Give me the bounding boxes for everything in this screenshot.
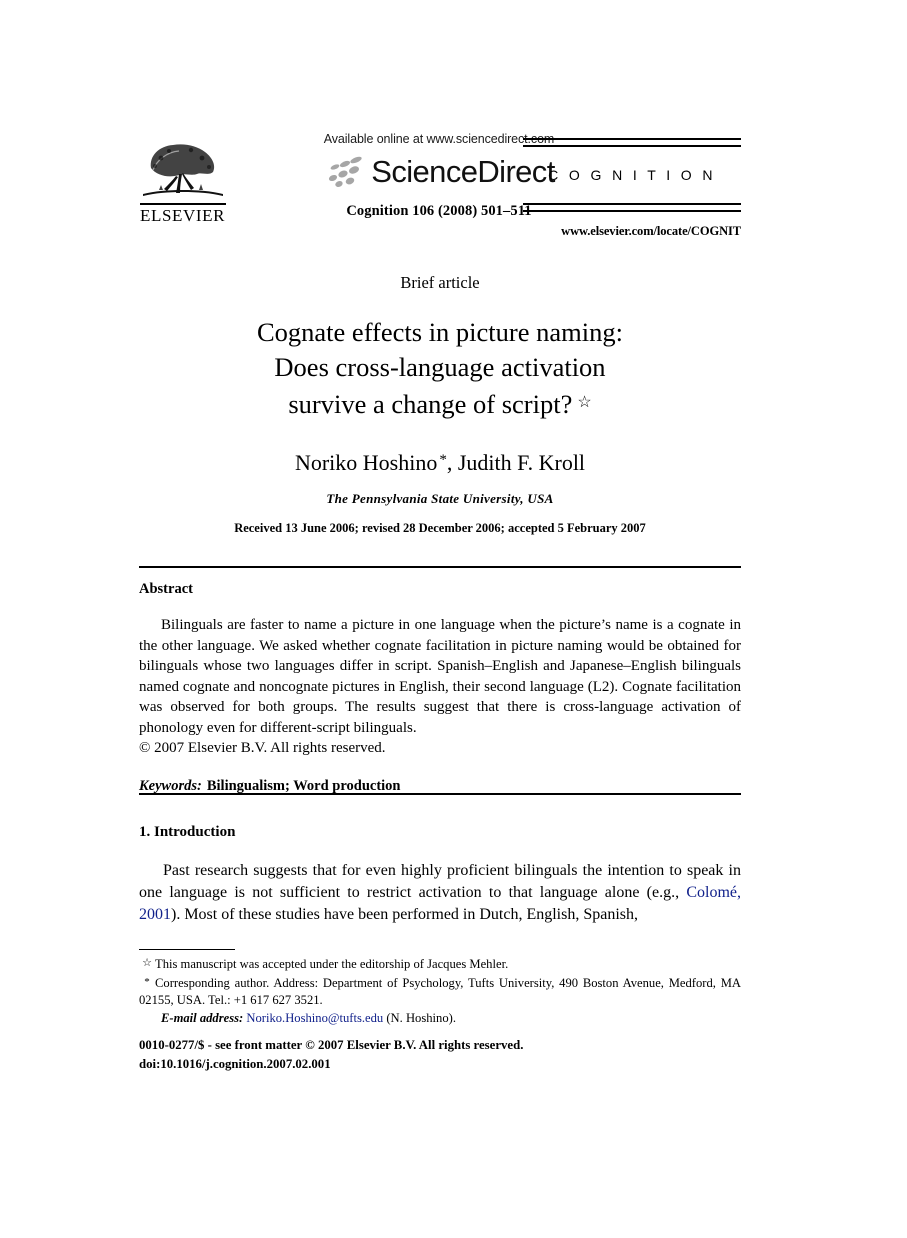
- doi-line: doi:10.1016/j.cognition.2007.02.001: [139, 1057, 331, 1071]
- title-line-3-wrapper: survive a change of script? ☆: [139, 385, 741, 422]
- email-address-label: E-mail address:: [161, 1010, 244, 1025]
- intro-text-before-citation: Past research suggests that for even hig…: [139, 862, 741, 901]
- author-list: Noriko Hoshino *, Judith F. Kroll: [139, 446, 741, 477]
- issn-front-matter: 0010-0277/$ - see front matter © 2007 El…: [139, 1038, 524, 1052]
- elsevier-wordmark: ELSEVIER: [140, 206, 226, 225]
- title-line-1: Cognate effects in picture naming:: [257, 317, 623, 347]
- imprint-block: 0010-0277/$ - see front matter © 2007 El…: [139, 1036, 741, 1074]
- journal-homepage-url[interactable]: www.elsevier.com/locate/COGNIT: [523, 224, 741, 239]
- journal-rule-bottom: [523, 203, 741, 212]
- page-title: Cognate effects in picture naming: Does …: [139, 315, 741, 422]
- abstract-copyright: © 2007 Elsevier B.V. All rights reserved…: [139, 740, 386, 756]
- footnotes-block: ☆ This manuscript was accepted under the …: [139, 955, 741, 1027]
- corresponding-author-marker-icon[interactable]: *: [439, 452, 447, 468]
- title-footnote-marker-icon[interactable]: ☆: [577, 394, 591, 411]
- journal-rule-top: [523, 138, 741, 147]
- footnote-divider: [139, 949, 235, 950]
- abstract-heading: Abstract: [139, 581, 193, 597]
- footnote-star-marker-icon: ☆: [142, 957, 152, 969]
- footnote-email: E-mail address: Noriko.Hoshino@tufts.edu…: [139, 1010, 741, 1028]
- article-type-label: Brief article: [400, 273, 480, 292]
- affiliation: The Pennsylvania State University, USA: [326, 491, 554, 506]
- article-history: Received 13 June 2006; revised 28 Decemb…: [234, 521, 646, 535]
- masthead: ELSEVIER Available online at www.science…: [139, 132, 741, 260]
- keywords: Keywords: Bilingualism; Word production: [139, 777, 741, 796]
- footnote-corresponding-author: * Corresponding author. Address: Departme…: [139, 974, 741, 1010]
- title-block: Brief article Cognate effects in picture…: [139, 272, 741, 536]
- author-rest: , Judith F. Kroll: [446, 450, 586, 475]
- abstract-section: Abstract Bilinguals are faster to name a…: [139, 580, 741, 796]
- footnote-asterisk-marker-icon: *: [144, 975, 150, 988]
- title-line-3: survive a change of script?: [288, 389, 573, 419]
- introduction-body: Past research suggests that for even hig…: [139, 860, 741, 926]
- email-owner: (N. Hoshino).: [386, 1010, 456, 1025]
- elsevier-logo: ELSEVIER: [139, 140, 231, 225]
- footnote-editorship: ☆ This manuscript was accepted under the …: [139, 955, 741, 974]
- sciencedirect-swoosh-icon: [329, 156, 362, 187]
- introduction-section: 1. Introduction Past research suggests t…: [139, 822, 741, 926]
- journal-name: C O G N I T I O N: [548, 167, 716, 183]
- abstract-body: Bilinguals are faster to name a picture …: [139, 617, 741, 736]
- keywords-label: Keywords:: [139, 777, 202, 794]
- author-first: Noriko Hoshino: [294, 450, 438, 475]
- abstract-divider-top: [139, 566, 741, 568]
- footnote-corresponding-text: Corresponding author. Address: Departmen…: [139, 975, 741, 1008]
- email-link[interactable]: Noriko.Hoshino@tufts.edu: [246, 1011, 383, 1025]
- journal-article-page: ELSEVIER Available online at www.science…: [0, 0, 907, 1238]
- elsevier-tree-icon: [143, 144, 223, 196]
- journal-title-block: C O G N I T I O N www.elsevier.com/locat…: [523, 138, 741, 239]
- intro-text-after-citation: ). Most of these studies have been perfo…: [171, 906, 639, 923]
- elsevier-logo-rule: [140, 203, 226, 205]
- keywords-values: Bilingualism; Word production: [206, 777, 401, 794]
- title-line-2: Does cross-language activation: [274, 352, 606, 382]
- introduction-heading: 1. Introduction: [139, 824, 236, 840]
- footnote-editorship-text: This manuscript was accepted under the e…: [155, 957, 509, 971]
